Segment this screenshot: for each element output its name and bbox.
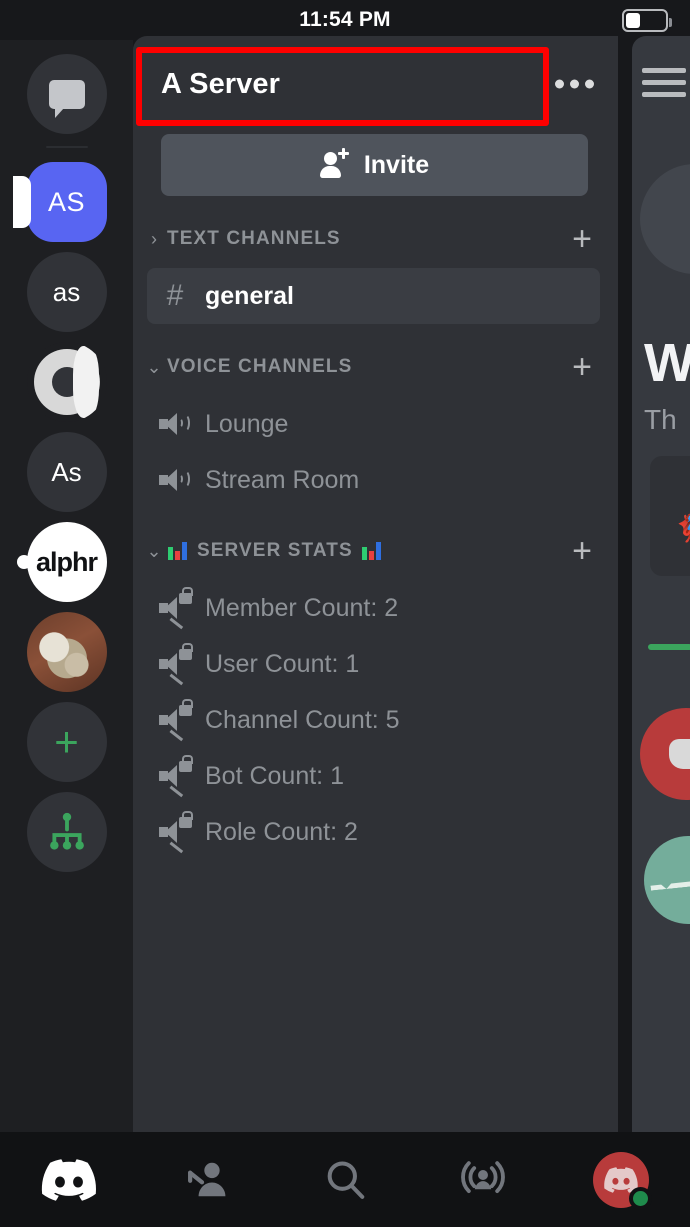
sidebar-item-server-as-lower[interactable]: as [26, 252, 107, 332]
welcome-subtitle: Th [644, 404, 677, 435]
server-avatar-dog-photo [26, 612, 107, 692]
invite-button[interactable]: Invite [161, 134, 588, 196]
status-bar-time: 11:54 PM [299, 8, 391, 31]
add-server-button[interactable]: + [26, 702, 107, 782]
servers-tab[interactable] [0, 1158, 138, 1201]
sidebar-item-server-alphr[interactable]: alphr [16, 522, 107, 602]
category-label: SERVER STATS [197, 540, 353, 561]
bottom-navigation[interactable] [0, 1132, 690, 1227]
add-channel-icon[interactable]: + [572, 350, 592, 384]
bar-chart-emoji [167, 540, 189, 562]
category-label-wrap: SERVER STATS [167, 540, 572, 562]
channel-name: Lounge [205, 409, 289, 438]
sidebar-item-server-as-mixed[interactable]: As [26, 432, 107, 512]
channel-name: Role Count: 2 [205, 817, 358, 846]
message-avatar-teal [644, 836, 690, 924]
friends-tab[interactable] [138, 1157, 276, 1203]
server-initials: AS [47, 186, 86, 217]
channel-item-lounge[interactable]: Lounge [147, 396, 600, 452]
channel-name: Stream Room [205, 465, 360, 494]
friends-icon [188, 1162, 226, 1196]
channel-item-role-count[interactable]: Role Count: 2 [147, 804, 600, 860]
profile-tab[interactable] [552, 1151, 690, 1210]
server-initials: As [51, 456, 82, 487]
category-label: TEXT CHANNELS [167, 228, 341, 249]
channel-name: Channel Count: 5 [205, 705, 400, 734]
channel-panel: A Server Invite › TEXT CHANNELS + # gene… [133, 36, 618, 1132]
channel-item-channel-count[interactable]: Channel Count: 5 [147, 692, 600, 748]
user-avatar-icon [593, 1151, 652, 1210]
explore-servers-button[interactable] [26, 792, 107, 872]
add-server-icon: + [26, 702, 107, 782]
server-avatar-as-blurple: AS [26, 162, 107, 242]
direct-messages-button[interactable] [26, 54, 107, 134]
chevron-right-icon[interactable]: › [141, 229, 167, 250]
channel-name: Bot Count: 1 [205, 761, 344, 790]
discord-logo-icon [41, 1158, 97, 1201]
welcome-heading: W [644, 333, 690, 393]
server-header[interactable]: A Server [133, 36, 618, 132]
green-accent-bar [648, 644, 690, 650]
channel-item-member-count[interactable]: Member Count: 2 [147, 580, 600, 636]
category-header-text-channels[interactable]: › TEXT CHANNELS + [133, 210, 618, 268]
online-status-badge [629, 1186, 652, 1210]
chevron-down-icon[interactable]: ⌄ [141, 541, 167, 562]
search-tab[interactable] [276, 1157, 414, 1203]
discord-mobile-screen: 11:54 PM AS as As alphr + A Server Invit… [0, 0, 690, 1227]
channel-item-user-count[interactable]: User Count: 1 [147, 636, 600, 692]
chevron-down-icon[interactable]: ⌄ [141, 357, 167, 378]
add-channel-icon[interactable]: + [572, 534, 592, 568]
server-avatar-o-mark [26, 342, 107, 422]
server-rail[interactable]: AS as As alphr + [0, 40, 133, 1132]
server-initials: as [52, 276, 81, 307]
locked-speaker-icon [159, 643, 193, 685]
card-emoji: 🦸 [670, 504, 690, 544]
chat-panel-peek[interactable]: W Th 🦸 [632, 36, 690, 1132]
mentions-icon [461, 1160, 505, 1193]
battery-icon [622, 9, 672, 32]
sidebar-item-server-dog[interactable] [26, 612, 107, 692]
speaker-icon [159, 467, 191, 493]
mentions-tab[interactable] [414, 1157, 552, 1203]
person-add-icon [319, 148, 350, 179]
speaker-icon [159, 411, 191, 437]
page-title: A Server [161, 67, 281, 100]
bar-chart-emoji [360, 540, 383, 562]
invite-button-label: Invite [363, 150, 430, 179]
unread-indicator [16, 555, 31, 569]
server-avatar-as-lower: as [26, 252, 107, 332]
server-avatar-alphr: alphr [26, 522, 107, 602]
direct-messages-icon [26, 54, 107, 134]
category-header-voice-channels[interactable]: ⌄ VOICE CHANNELS + [133, 338, 618, 396]
server-logo-text: alphr [35, 546, 98, 577]
more-options-icon[interactable] [555, 79, 594, 89]
avatar [640, 164, 690, 274]
channel-item-general[interactable]: # general [147, 268, 600, 324]
category-label: VOICE CHANNELS [167, 356, 353, 377]
add-channel-icon[interactable]: + [572, 222, 592, 256]
explore-servers-icon [26, 792, 107, 872]
category-header-server-stats[interactable]: ⌄ SERVER STATS + [133, 522, 618, 580]
locked-speaker-icon [159, 811, 193, 853]
rail-divider [45, 146, 88, 148]
hamburger-menu-icon[interactable] [642, 68, 686, 104]
channel-name: Member Count: 2 [205, 593, 399, 622]
server-avatar-as-mixed: As [26, 432, 107, 512]
channel-item-bot-count[interactable]: Bot Count: 1 [147, 748, 600, 804]
locked-speaker-icon [159, 755, 193, 797]
locked-speaker-icon [159, 699, 193, 741]
channel-name: general [205, 281, 294, 310]
sidebar-item-server-as[interactable]: AS [12, 162, 107, 242]
sidebar-item-server-o[interactable] [26, 342, 107, 422]
locked-speaker-icon [159, 587, 193, 629]
message-avatar-red [640, 708, 690, 800]
status-bar: 11:54 PM [0, 0, 690, 40]
channel-name: User Count: 1 [205, 649, 360, 678]
selected-server-indicator [12, 176, 31, 228]
search-icon [327, 1161, 365, 1199]
channel-item-stream-room[interactable]: Stream Room [147, 452, 600, 508]
hash-icon: # [166, 279, 184, 312]
